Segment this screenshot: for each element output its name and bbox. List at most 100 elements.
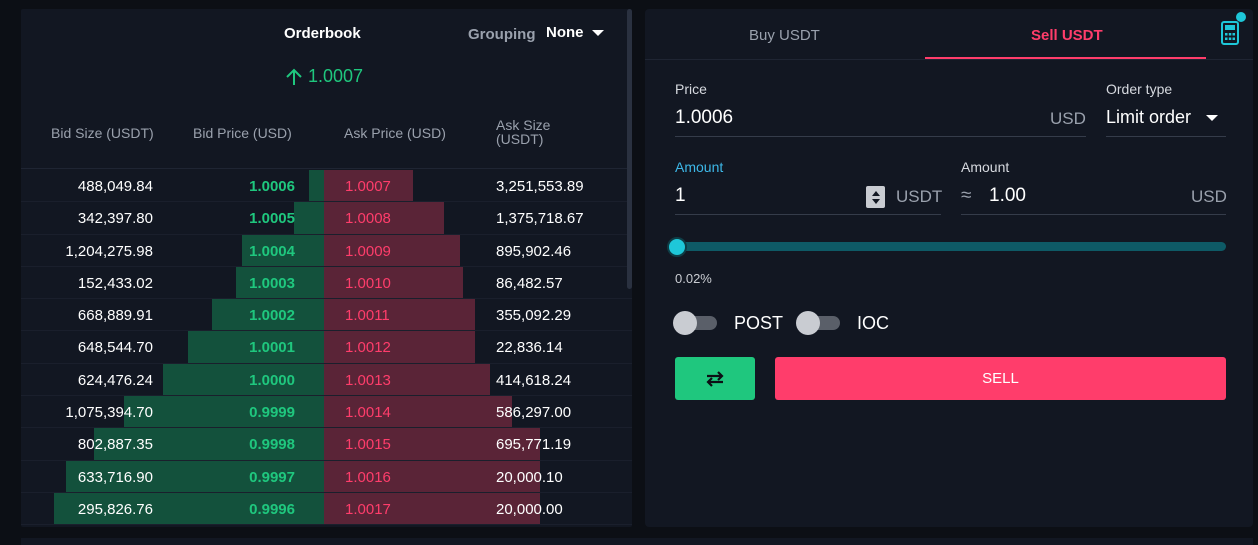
bid-price-cell: 0.9997 — [249, 468, 295, 486]
last-price: 1.0007 — [285, 66, 363, 87]
ask-size-cell: 22,836.14 — [496, 339, 563, 357]
table-row[interactable]: 633,716.90 0.9997 1.0016 20,000.10 — [21, 460, 632, 493]
bid-price-cell: 1.0000 — [249, 371, 295, 389]
amount-usd-unit: USD — [1191, 187, 1227, 206]
post-label: POST — [734, 313, 784, 333]
amount-stepper[interactable] — [866, 186, 885, 208]
table-row[interactable]: 488,049.84 1.0006 1.0007 3,251,553.89 — [21, 170, 632, 203]
bid-size-cell: 295,826.76 — [77, 500, 153, 518]
table-row[interactable]: 668,889.91 1.0002 1.0011 355,092.29 — [21, 299, 632, 332]
order-type-underline — [1106, 136, 1226, 137]
chevron-down-icon[interactable] — [592, 30, 604, 36]
ask-size-cell: 1,375,718.67 — [496, 210, 584, 228]
header-ask-price: Ask Price (USD) — [344, 125, 446, 141]
bid-price-cell: 1.0003 — [249, 274, 295, 292]
ask-price-cell: 1.0012 — [345, 339, 391, 357]
header-bid-price: Bid Price (USD) — [193, 125, 292, 141]
chevron-down-icon[interactable] — [1206, 115, 1218, 121]
grouping-label: Grouping — [468, 26, 536, 43]
header-ask-size: Ask Size (USDT) — [496, 117, 551, 147]
notification-dot — [1236, 12, 1246, 22]
ask-price-cell: 1.0008 — [345, 210, 391, 228]
bid-size-cell: 1,204,275.98 — [65, 242, 153, 260]
table-row[interactable]: 152,433.02 1.0003 1.0010 86,482.57 — [21, 266, 632, 300]
ask-size-cell: 86,482.57 — [496, 274, 563, 292]
order-type-label: Order type — [1106, 81, 1173, 97]
bid-size-cell: 1,075,394.70 — [65, 404, 153, 422]
ask-price-cell: 1.0011 — [345, 307, 390, 325]
header-bid-size: Bid Size (USDT) — [51, 125, 154, 141]
swap-button[interactable] — [675, 357, 755, 400]
ask-size-cell: 3,251,553.89 — [496, 178, 584, 195]
approx-icon: ≈ — [961, 185, 972, 206]
sell-button[interactable]: SELL — [775, 357, 1226, 400]
ask-size-cell: 414,618.24 — [496, 371, 572, 389]
grouping-select[interactable]: None — [546, 24, 584, 41]
ask-size-cell: 586,297.00 — [496, 404, 572, 422]
stepper-down-icon[interactable] — [871, 198, 880, 204]
bid-size-cell: 624,476.24 — [77, 371, 153, 389]
bid-price-cell: 1.0005 — [249, 210, 295, 228]
amount-usd-label: Amount — [961, 159, 1010, 175]
ask-price-cell: 1.0013 — [345, 371, 391, 389]
stepper-up-icon[interactable] — [871, 190, 880, 196]
ask-price-cell: 1.0014 — [345, 404, 391, 422]
ioc-toggle[interactable] — [796, 311, 840, 335]
swap-icon — [706, 370, 724, 387]
table-row[interactable]: 295,826.76 0.9996 1.0017 20,000.00 — [21, 492, 632, 526]
ask-price-cell: 1.0017 — [345, 500, 391, 518]
bid-size-cell: 152,433.02 — [77, 274, 153, 292]
ask-size-cell: 20,000.00 — [496, 500, 563, 518]
post-toggle[interactable] — [673, 311, 717, 335]
last-price-value: 1.0007 — [308, 66, 364, 86]
ask-price-cell: 1.0015 — [345, 436, 391, 454]
bid-depth-bar — [293, 202, 324, 234]
slider-percent: 0.02% — [675, 271, 712, 286]
bid-depth-bar — [308, 170, 324, 202]
table-row[interactable]: 1,075,394.70 0.9999 1.0014 586,297.00 — [21, 396, 632, 429]
amount-label: Amount — [675, 159, 724, 175]
tab-buy[interactable]: Buy USDT — [749, 27, 820, 44]
bid-size-cell: 633,716.90 — [77, 468, 153, 486]
ask-size-cell: 895,902.46 — [496, 242, 572, 260]
table-row[interactable]: 802,887.35 0.9998 1.0015 695,771.19 — [21, 428, 632, 461]
table-row[interactable]: 1,204,275.98 1.0004 1.0009 895,902.46 — [21, 234, 632, 267]
bid-size-cell: 488,049.84 — [77, 178, 153, 195]
table-row[interactable]: 648,544.70 1.0001 1.0012 22,836.14 — [21, 331, 632, 364]
bid-price-cell: 1.0006 — [249, 178, 295, 195]
amount-unit: USDT — [896, 187, 943, 206]
post-toggle-knob — [673, 311, 697, 335]
order-type-select[interactable]: Limit order — [1106, 107, 1191, 128]
bid-size-cell: 802,887.35 — [77, 436, 153, 454]
ask-size-cell: 695,771.19 — [496, 436, 572, 454]
amount-slider[interactable] — [675, 242, 1226, 251]
price-input[interactable]: 1.0006 — [675, 107, 733, 129]
price-underline — [675, 136, 1086, 137]
bid-price-cell: 1.0004 — [249, 242, 295, 260]
tab-sell[interactable]: Sell USDT — [1031, 27, 1103, 44]
bid-depth-bar — [163, 363, 324, 396]
amount-input[interactable]: 1 — [675, 185, 686, 207]
bid-price-cell: 0.9996 — [249, 500, 295, 518]
orderbook-panel: Orderbook Grouping None 1.0007 Bid Size … — [21, 9, 632, 527]
table-row[interactable]: 624,476.24 1.0000 1.0013 414,618.24 — [21, 363, 632, 397]
slider-handle[interactable] — [667, 237, 688, 257]
amount-usd-underline — [961, 214, 1226, 215]
amount-usd-input[interactable]: 1.00 — [989, 185, 1026, 207]
ask-price-cell: 1.0007 — [345, 178, 391, 195]
bid-price-cell: 0.9999 — [249, 404, 295, 422]
calculator-icon[interactable] — [1221, 21, 1239, 45]
orderbook-rows: 488,049.84 1.0006 1.0007 3,251,553.89 342,39… — [21, 170, 632, 526]
ask-price-cell: 1.0016 — [345, 468, 391, 486]
ask-price-cell: 1.0009 — [345, 242, 391, 260]
table-row[interactable]: 342,397.80 1.0005 1.0008 1,375,718.67 — [21, 202, 632, 235]
bid-size-cell: 668,889.91 — [77, 307, 153, 325]
arrow-up-icon — [286, 68, 302, 85]
order-form-panel: Buy USDT Sell USDT Price 1.0006 USD Orde… — [645, 9, 1253, 527]
orderbook-scrollbar[interactable] — [627, 9, 632, 289]
bid-price-cell: 1.0002 — [249, 307, 295, 325]
ask-size-cell: 20,000.10 — [496, 468, 563, 486]
bid-price-cell: 1.0001 — [249, 339, 295, 357]
ask-price-cell: 1.0010 — [345, 274, 391, 292]
bid-price-cell: 0.9998 — [249, 436, 295, 454]
